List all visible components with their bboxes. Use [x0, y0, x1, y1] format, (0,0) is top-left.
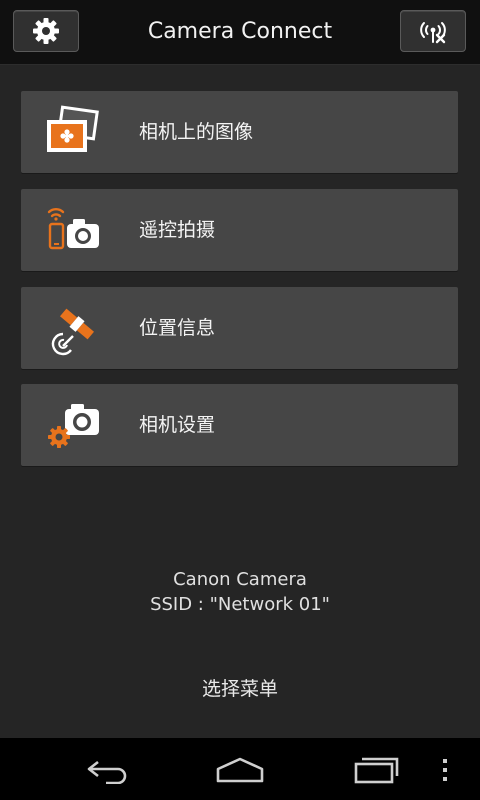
wireless-disconnect-icon — [420, 22, 446, 44]
menu-item-label: 相机设置 — [139, 414, 216, 436]
back-button[interactable] — [68, 748, 148, 792]
camera-name: Canon Camera — [173, 569, 307, 590]
settings-button[interactable] — [13, 10, 79, 52]
top-bar: Camera Connect — [0, 0, 480, 65]
recent-apps-icon — [354, 757, 399, 784]
menu-item-label: 遥控拍摄 — [139, 219, 216, 241]
back-icon — [87, 760, 127, 784]
menu-item-camera-images[interactable]: 相机上的图像 — [21, 91, 458, 173]
overflow-menu-button[interactable] — [425, 748, 465, 792]
satellite-location-icon — [51, 308, 95, 356]
remote-shooting-icon — [47, 207, 99, 250]
app-title: Camera Connect — [147, 19, 333, 44]
menu-item-camera-settings[interactable]: 相机设置 — [21, 384, 458, 466]
menu-item-label: 位置信息 — [139, 317, 216, 339]
home-icon — [216, 757, 264, 783]
system-nav-bar — [0, 738, 480, 800]
select-menu-label: 选择菜单 — [201, 678, 278, 700]
camera-settings-icon — [48, 404, 99, 448]
camera-ssid: SSID : "Network 01" — [150, 594, 330, 615]
connection-button[interactable] — [400, 10, 466, 52]
menu-item-location-info[interactable]: 位置信息 — [21, 287, 458, 369]
menu-item-label: 相机上的图像 — [139, 121, 254, 143]
overflow-menu-icon — [443, 759, 447, 781]
menu-item-remote-shooting[interactable]: 遥控拍摄 — [21, 189, 458, 271]
recent-apps-button[interactable] — [336, 748, 416, 792]
gear-icon — [33, 18, 59, 44]
camera-images-icon — [47, 105, 99, 152]
home-button[interactable] — [200, 748, 280, 792]
